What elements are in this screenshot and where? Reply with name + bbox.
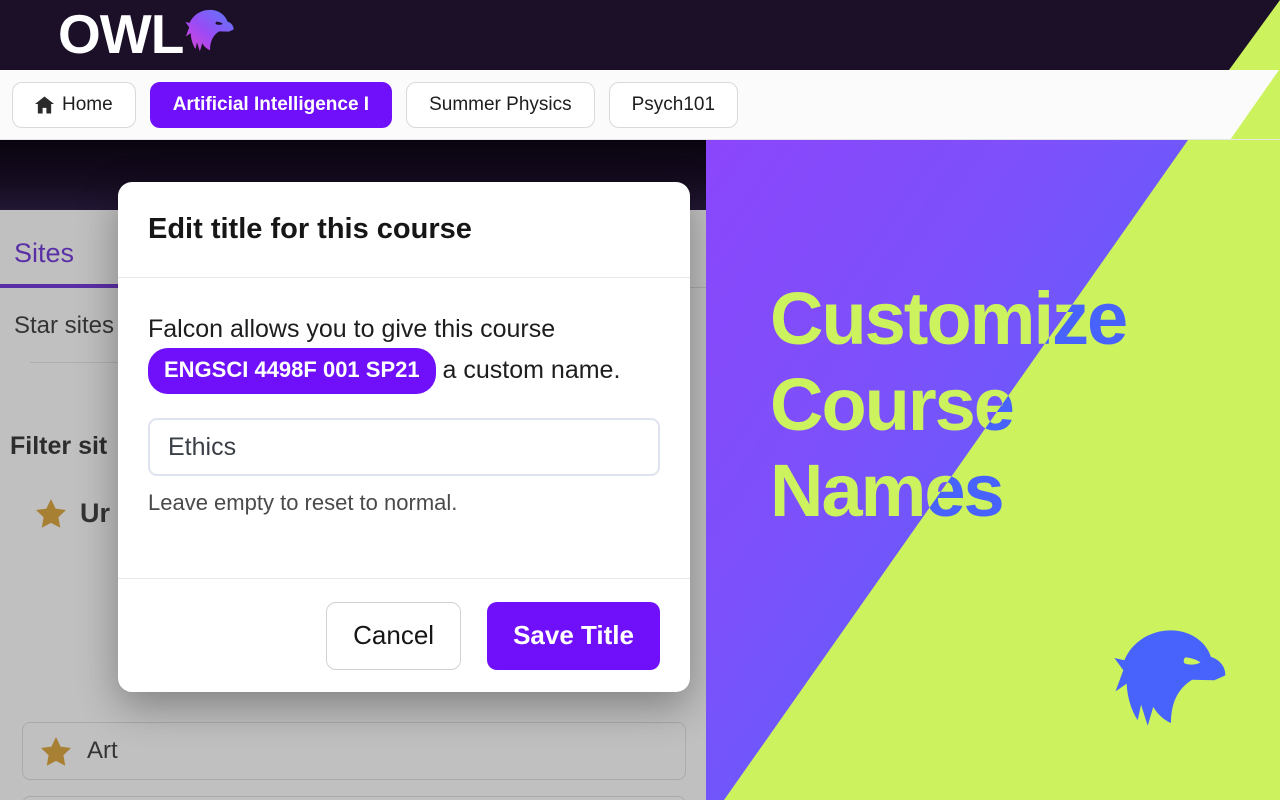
lime-diagonal-header (1229, 0, 1280, 70)
input-hint: Leave empty to reset to normal. (148, 490, 458, 515)
nav-tab-summer-physics[interactable]: Summer Physics (406, 82, 595, 128)
screenshot-root: OWL Home Artificial Intelligence I Summe… (0, 0, 1280, 800)
tab-active-underline (0, 284, 130, 288)
site-row[interactable]: Art (22, 722, 686, 780)
course-code-badge: ENGSCI 4498F 001 SP21 (148, 348, 436, 394)
promo-panel: Customize Course Names Customize Course … (706, 140, 1280, 800)
dialog-body: Falcon allows you to give this course EN… (118, 278, 690, 578)
site-name: Art (87, 737, 118, 764)
star-icon[interactable] (36, 499, 66, 528)
site-row[interactable]: Psych101 Edit (22, 796, 686, 800)
lime-diagonal-nav (1230, 70, 1280, 139)
filter-sites-heading: Filter sit (10, 432, 108, 460)
dialog-footer: Cancel Save Title (118, 578, 690, 692)
dialog-description: Falcon allows you to give this course EN… (148, 310, 660, 394)
star-sites-text: Star sites (14, 312, 115, 339)
description-suffix: a custom name. (442, 356, 621, 384)
nav-tab-home[interactable]: Home (12, 82, 136, 128)
course-title-input[interactable] (148, 418, 660, 476)
site-group-header: Ur (36, 498, 110, 529)
nav-tab-label: Summer Physics (429, 94, 572, 115)
brand-header: OWL (0, 0, 1280, 70)
edit-course-title-dialog: Edit title for this course Falcon allows… (118, 182, 690, 692)
tab-sites[interactable]: Sites (14, 238, 74, 281)
course-nav-bar: Home Artificial Intelligence I Summer Ph… (0, 70, 1280, 140)
eagle-icon (1100, 620, 1242, 756)
nav-tab-label: Home (62, 94, 113, 115)
dialog-header: Edit title for this course (118, 182, 690, 278)
nav-tab-psych101[interactable]: Psych101 (608, 82, 739, 128)
eagle-icon (179, 7, 241, 63)
owl-logo[interactable]: OWL (58, 3, 241, 65)
nav-tab-label: Psych101 (631, 94, 716, 115)
nav-tab-artificial-intelligence-i[interactable]: Artificial Intelligence I (149, 82, 393, 128)
save-title-button[interactable]: Save Title (487, 601, 660, 670)
star-icon[interactable] (41, 736, 71, 766)
nav-tab-list: Home Artificial Intelligence I Summer Ph… (12, 82, 739, 128)
home-icon (35, 96, 54, 114)
cancel-button[interactable]: Cancel (326, 601, 462, 670)
logo-wordmark: OWL (58, 3, 184, 65)
description-prefix: Falcon allows you to give this course (148, 315, 556, 343)
nav-tab-label: Artificial Intelligence I (172, 94, 370, 115)
site-group-label: Ur (80, 498, 111, 528)
dialog-title: Edit title for this course (148, 213, 472, 245)
